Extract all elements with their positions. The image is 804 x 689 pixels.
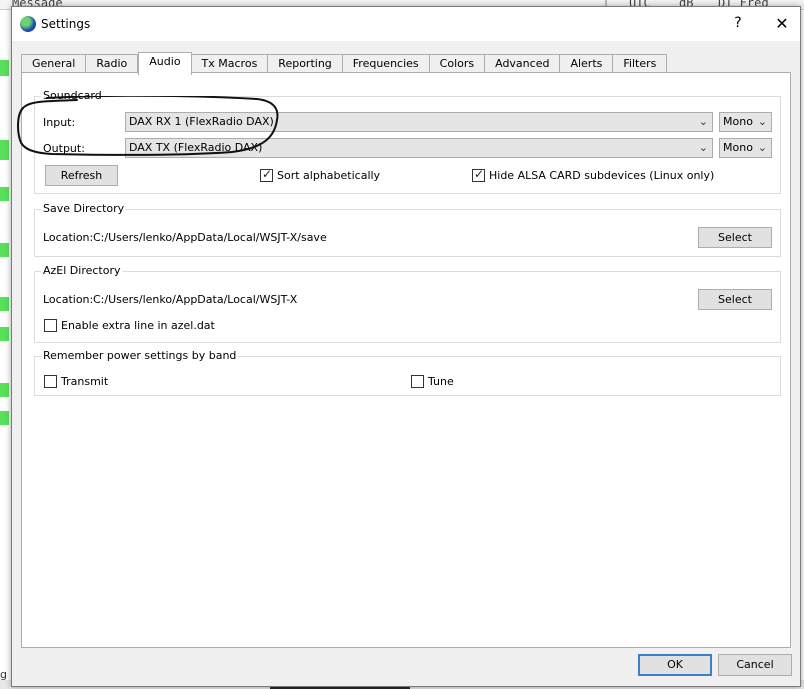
background-decode-highlight: [0, 243, 9, 257]
window-title: Settings: [41, 17, 91, 31]
power-settings-title: Remember power settings by band: [41, 349, 239, 362]
input-channel-select[interactable]: Mono ⌄: [719, 112, 772, 132]
output-device-value: DAX TX (FlexRadio DAX): [129, 141, 263, 154]
background-decode-highlight: [0, 60, 9, 76]
settings-tabs: General Radio Audio Tx Macros Reporting …: [21, 52, 668, 75]
output-channel-value: Mono: [723, 141, 753, 154]
background-decode-highlight: [0, 187, 9, 201]
refresh-button[interactable]: Refresh: [45, 165, 118, 186]
soundcard-group: Soundcard Input: DAX RX 1 (FlexRadio DAX…: [34, 89, 781, 194]
azel-directory-title: AzEl Directory: [41, 264, 123, 277]
chevron-down-icon: ⌄: [698, 141, 708, 154]
hide-alsa-label: Hide ALSA CARD subdevices (Linux only): [489, 169, 715, 182]
sort-alphabetically-label: Sort alphabetically: [277, 169, 381, 182]
settings-dialog: Settings ? ✕ General Radio Audio Tx Macr…: [11, 6, 801, 687]
chevron-down-icon: ⌄: [757, 115, 767, 128]
ok-button[interactable]: OK: [638, 654, 712, 676]
tune-checkbox[interactable]: [411, 375, 424, 388]
azel-select-button[interactable]: Select: [698, 289, 772, 310]
power-settings-group: Remember power settings by band Transmit…: [34, 349, 781, 396]
transmit-checkbox[interactable]: [44, 375, 57, 388]
input-device-select[interactable]: DAX RX 1 (FlexRadio DAX) ⌄: [125, 112, 713, 132]
azel-location-label: Location:: [43, 293, 94, 306]
tab-audio[interactable]: Audio: [138, 52, 192, 75]
tab-general[interactable]: General: [21, 54, 87, 74]
tab-colors[interactable]: Colors: [429, 54, 486, 74]
checkmark-icon: ✓: [262, 167, 273, 181]
tab-radio[interactable]: Radio: [86, 54, 139, 74]
background-decode-highlight: [0, 297, 9, 311]
extra-line-label: Enable extra line in azel.dat: [61, 319, 215, 332]
input-device-value: DAX RX 1 (FlexRadio DAX): [129, 115, 274, 128]
background-decode-highlight: [0, 140, 9, 160]
tab-advanced[interactable]: Advanced: [485, 54, 561, 74]
hide-alsa-checkbox[interactable]: ✓: [472, 167, 485, 182]
tune-label: Tune: [428, 375, 454, 388]
tab-alerts[interactable]: Alerts: [560, 54, 614, 74]
audio-tab-pane: Soundcard Input: DAX RX 1 (FlexRadio DAX…: [21, 72, 791, 648]
tab-frequencies[interactable]: Frequencies: [342, 54, 430, 74]
input-label: Input:: [43, 116, 76, 129]
save-directory-title: Save Directory: [41, 202, 127, 215]
help-button[interactable]: ?: [730, 15, 746, 31]
background-decode-highlight: [0, 327, 9, 341]
title-bar[interactable]: Settings ? ✕: [12, 7, 800, 41]
cancel-button[interactable]: Cancel: [718, 654, 792, 676]
azel-directory-group: AzEl Directory Location: C:/Users/lenko/…: [34, 264, 781, 343]
save-location-label: Location:: [43, 231, 94, 244]
sort-alphabetically-checkbox[interactable]: ✓: [260, 167, 273, 182]
save-select-button[interactable]: Select: [698, 227, 772, 248]
chevron-down-icon: ⌄: [757, 141, 767, 154]
chevron-down-icon: ⌄: [698, 115, 708, 128]
save-location-path: C:/Users/lenko/AppData/Local/WSJT-X/save: [93, 231, 327, 244]
azel-location-path: C:/Users/lenko/AppData/Local/WSJT-X: [93, 293, 298, 306]
background-decode-highlight: [0, 411, 9, 425]
transmit-label: Transmit: [61, 375, 109, 388]
tab-filters[interactable]: Filters: [613, 54, 668, 74]
output-label: Output:: [43, 142, 85, 155]
output-device-select[interactable]: DAX TX (FlexRadio DAX) ⌄: [125, 138, 713, 158]
wsjtx-globe-icon: [20, 16, 36, 32]
input-channel-value: Mono: [723, 115, 753, 128]
extra-line-checkbox[interactable]: [44, 319, 57, 332]
checkmark-icon: ✓: [474, 167, 485, 181]
output-channel-select[interactable]: Mono ⌄: [719, 138, 772, 158]
tab-reporting[interactable]: Reporting: [268, 54, 343, 74]
close-button[interactable]: ✕: [772, 14, 792, 33]
tab-tx-macros[interactable]: Tx Macros: [191, 54, 269, 74]
background-decode-highlight: [0, 383, 9, 397]
save-directory-group: Save Directory Location: C:/Users/lenko/…: [34, 202, 781, 257]
soundcard-group-title: Soundcard: [41, 89, 104, 102]
